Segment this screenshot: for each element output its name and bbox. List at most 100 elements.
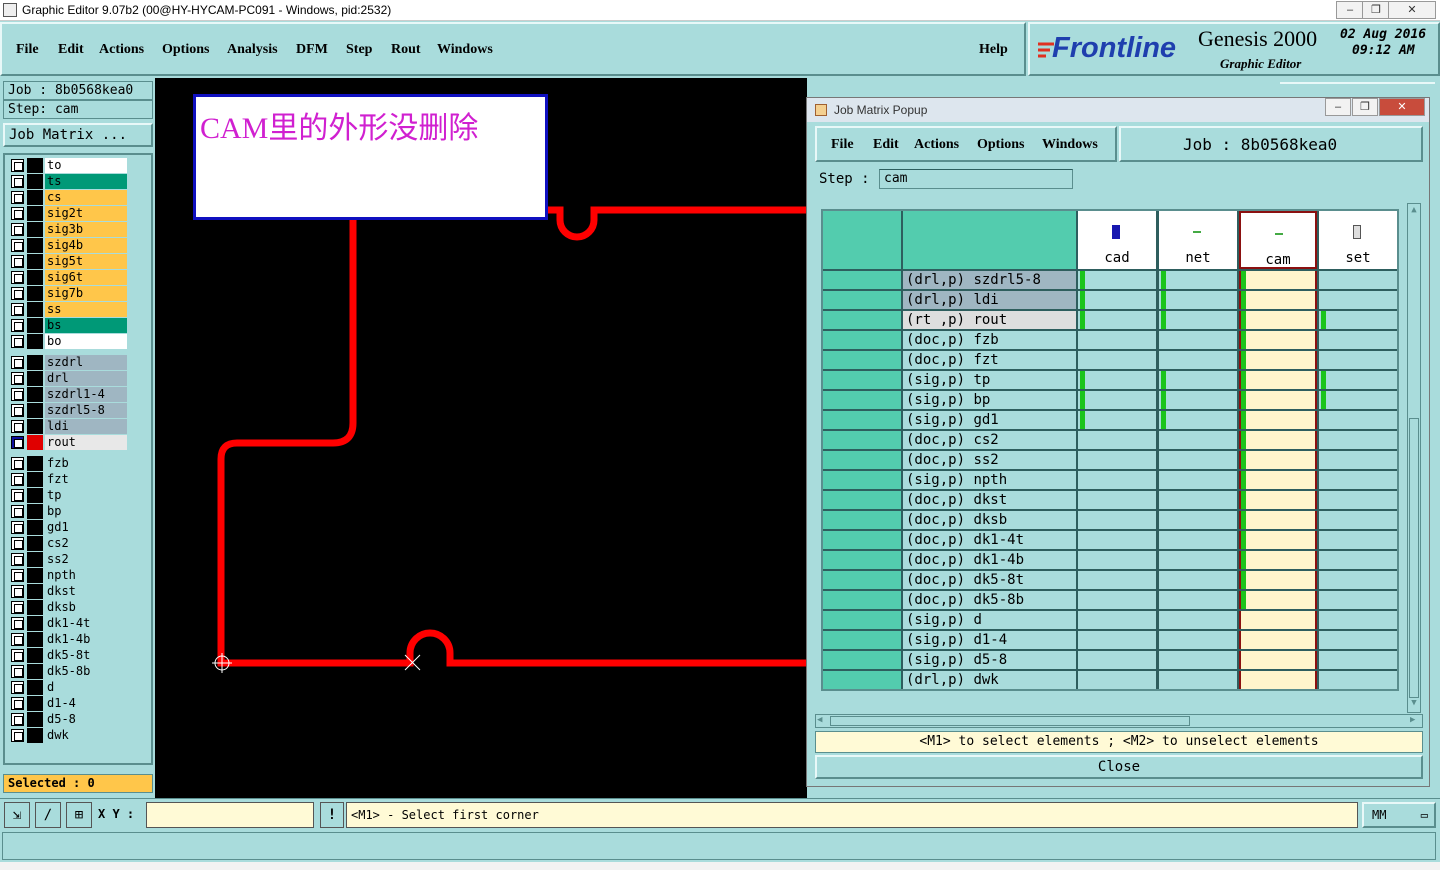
menu-file[interactable]: File bbox=[16, 42, 39, 58]
matrix-cell-cam[interactable] bbox=[1239, 431, 1317, 449]
matrix-cell-cad[interactable] bbox=[1078, 451, 1156, 469]
layer-row-dkst[interactable]: dkst bbox=[11, 584, 127, 599]
layer-row-ss[interactable]: ss bbox=[11, 302, 127, 317]
row-handle[interactable] bbox=[823, 411, 901, 429]
matrix-cell-cad[interactable] bbox=[1078, 431, 1156, 449]
matrix-row-fzt[interactable]: (doc,p) fzt bbox=[903, 351, 1076, 369]
menu-dfm[interactable]: DFM bbox=[296, 42, 328, 58]
matrix-cell-net[interactable] bbox=[1159, 391, 1237, 409]
menu-step[interactable]: Step bbox=[346, 42, 372, 58]
matrix-cell-cam[interactable] bbox=[1239, 271, 1317, 289]
layer-checkbox[interactable] bbox=[11, 681, 24, 694]
layer-checkbox[interactable] bbox=[11, 239, 24, 252]
job-matrix-button[interactable]: Job Matrix ... bbox=[3, 123, 153, 147]
layer-row-fzt[interactable]: fzt bbox=[11, 472, 127, 487]
column-header-cad[interactable]: cad bbox=[1078, 211, 1156, 269]
layer-row-sig5t[interactable]: sig5t bbox=[11, 254, 127, 269]
matrix-row-dwk[interactable]: (drl,p) dwk bbox=[903, 671, 1076, 689]
matrix-cell-cam[interactable] bbox=[1239, 551, 1317, 569]
row-handle[interactable] bbox=[823, 551, 901, 569]
menu-analysis[interactable]: Analysis bbox=[227, 42, 278, 58]
row-handle[interactable] bbox=[823, 471, 901, 489]
matrix-cell-cad[interactable] bbox=[1078, 331, 1156, 349]
layer-checkbox[interactable] bbox=[11, 255, 24, 268]
hscrollbar-thumb[interactable] bbox=[830, 716, 1190, 726]
layer-checkbox[interactable] bbox=[11, 303, 24, 316]
matrix-row-tp[interactable]: (sig,p) tp bbox=[903, 371, 1076, 389]
matrix-cell-set[interactable] bbox=[1319, 371, 1397, 389]
matrix-row-dk5-8b[interactable]: (doc,p) dk5-8b bbox=[903, 591, 1076, 609]
matrix-cell-cam[interactable] bbox=[1239, 651, 1317, 669]
matrix-cell-cam[interactable] bbox=[1239, 471, 1317, 489]
matrix-cell-set[interactable] bbox=[1319, 411, 1397, 429]
layer-checkbox[interactable] bbox=[11, 287, 24, 300]
matrix-cell-cad[interactable] bbox=[1078, 651, 1156, 669]
layer-row-sig2t[interactable]: sig2t bbox=[11, 206, 127, 221]
matrix-cell-cad[interactable] bbox=[1078, 471, 1156, 489]
matrix-row-d[interactable]: (sig,p) d bbox=[903, 611, 1076, 629]
row-handle[interactable] bbox=[823, 611, 901, 629]
matrix-cell-set[interactable] bbox=[1319, 391, 1397, 409]
scroll-up-icon[interactable]: ▲ bbox=[1409, 205, 1419, 217]
layer-checkbox[interactable] bbox=[11, 553, 24, 566]
layer-row-cs2[interactable]: cs2 bbox=[11, 536, 127, 551]
matrix-row-dk5-8t[interactable]: (doc,p) dk5-8t bbox=[903, 571, 1076, 589]
matrix-row-rout[interactable]: (rt ,p) rout bbox=[903, 311, 1076, 329]
popup-menu-file[interactable]: File bbox=[831, 137, 854, 153]
layer-checkbox[interactable] bbox=[11, 649, 24, 662]
layer-row-szdrl[interactable]: szdrl bbox=[11, 355, 127, 370]
matrix-cell-net[interactable] bbox=[1159, 471, 1237, 489]
layer-row-dksb[interactable]: dksb bbox=[11, 600, 127, 615]
matrix-cell-net[interactable] bbox=[1159, 451, 1237, 469]
matrix-cell-set[interactable] bbox=[1319, 631, 1397, 649]
layer-checkbox[interactable] bbox=[11, 159, 24, 172]
matrix-cell-set[interactable] bbox=[1319, 651, 1397, 669]
popup-menu-windows[interactable]: Windows bbox=[1042, 137, 1098, 153]
matrix-cell-set[interactable] bbox=[1319, 611, 1397, 629]
scroll-right-icon[interactable]: ▶ bbox=[1410, 715, 1415, 725]
layer-checkbox[interactable] bbox=[11, 617, 24, 630]
layer-row-sig7b[interactable]: sig7b bbox=[11, 286, 127, 301]
popup-minimize-button[interactable]: – bbox=[1325, 98, 1351, 116]
matrix-row-dk1-4t[interactable]: (doc,p) dk1-4t bbox=[903, 531, 1076, 549]
row-handle[interactable] bbox=[823, 371, 901, 389]
zoom-window-icon[interactable]: ⇲ bbox=[4, 802, 30, 828]
menu-edit[interactable]: Edit bbox=[58, 42, 84, 58]
layer-row-ldi[interactable]: ldi bbox=[11, 419, 127, 434]
matrix-row-dk1-4b[interactable]: (doc,p) dk1-4b bbox=[903, 551, 1076, 569]
units-selector[interactable]: MM ▭ bbox=[1362, 802, 1436, 828]
layer-checkbox[interactable] bbox=[11, 633, 24, 646]
horizontal-scrollbar[interactable]: ◀ ▶ bbox=[815, 714, 1423, 728]
matrix-cell-cam[interactable] bbox=[1239, 611, 1317, 629]
layer-checkbox[interactable] bbox=[11, 175, 24, 188]
matrix-cell-net[interactable] bbox=[1159, 511, 1237, 529]
scroll-down-icon[interactable]: ▼ bbox=[1409, 698, 1419, 710]
layer-checkbox[interactable] bbox=[11, 319, 24, 332]
layer-checkbox[interactable] bbox=[11, 665, 24, 678]
layer-checkbox[interactable] bbox=[11, 729, 24, 742]
row-handle[interactable] bbox=[823, 311, 901, 329]
layer-row-npth[interactable]: npth bbox=[11, 568, 127, 583]
matrix-cell-cad[interactable] bbox=[1078, 671, 1156, 689]
vertical-scrollbar[interactable]: ▲ ▼ bbox=[1407, 203, 1421, 713]
matrix-row-dksb[interactable]: (doc,p) dksb bbox=[903, 511, 1076, 529]
matrix-row-gd1[interactable]: (sig,p) gd1 bbox=[903, 411, 1076, 429]
matrix-cell-set[interactable] bbox=[1319, 531, 1397, 549]
matrix-cell-net[interactable] bbox=[1159, 291, 1237, 309]
layer-checkbox[interactable] bbox=[11, 271, 24, 284]
matrix-row-cs2[interactable]: (doc,p) cs2 bbox=[903, 431, 1076, 449]
matrix-cell-cad[interactable] bbox=[1078, 491, 1156, 509]
layer-checkbox[interactable] bbox=[11, 191, 24, 204]
layer-checkbox[interactable] bbox=[11, 713, 24, 726]
matrix-cell-cam[interactable] bbox=[1239, 451, 1317, 469]
layer-row-tp[interactable]: tp bbox=[11, 488, 127, 503]
matrix-cell-set[interactable] bbox=[1319, 451, 1397, 469]
row-handle[interactable] bbox=[823, 651, 901, 669]
layer-checkbox[interactable] bbox=[11, 457, 24, 470]
info-icon[interactable]: ! bbox=[320, 802, 344, 828]
grid-icon[interactable]: ⊞ bbox=[66, 802, 92, 828]
scrollbar-thumb[interactable] bbox=[1409, 418, 1419, 698]
matrix-cell-cam[interactable] bbox=[1239, 371, 1317, 389]
layer-row-dk5-8t[interactable]: dk5-8t bbox=[11, 648, 127, 663]
row-handle[interactable] bbox=[823, 511, 901, 529]
